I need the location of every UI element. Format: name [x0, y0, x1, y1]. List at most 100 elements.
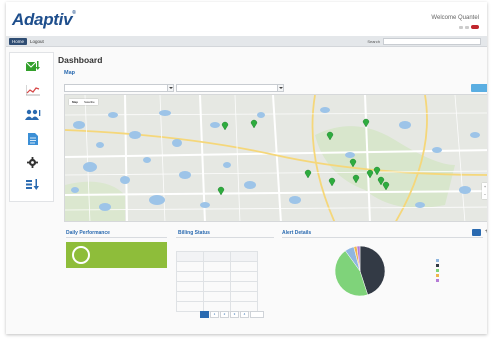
envelope-download-icon: [25, 61, 40, 71]
sidebar-item-label: [10, 121, 55, 125]
user-controls: [459, 25, 479, 29]
top-nav-bar: Home Logout Search: [6, 36, 487, 47]
app-logo[interactable]: Adaptiv®: [12, 10, 76, 30]
page-next-button[interactable]: [250, 311, 264, 318]
divider: [282, 237, 483, 238]
search-input[interactable]: [383, 38, 481, 45]
gear-icon: [27, 157, 38, 168]
notification-badge[interactable]: [471, 25, 479, 29]
column-header[interactable]: [203, 251, 231, 262]
trademark-mark: ®: [72, 10, 76, 16]
settings-icon[interactable]: [465, 25, 469, 29]
sidebar-item-label: [10, 169, 55, 173]
performance-ring: [72, 246, 90, 264]
app-window: Adaptiv® Welcome Quantel Home Logout Sea…: [6, 2, 487, 334]
table-cell: [230, 271, 258, 282]
app-header: Adaptiv® Welcome Quantel: [6, 2, 487, 36]
sidebar-item-label: [10, 191, 55, 195]
zoom-in-icon[interactable]: +: [482, 183, 487, 191]
sidebar-item-label: [10, 73, 55, 77]
page-button[interactable]: 2: [220, 311, 229, 318]
users-icon: [24, 109, 40, 120]
plus-icon[interactable]: +: [483, 229, 487, 236]
table-cell: [203, 261, 231, 272]
zoom-out-icon[interactable]: −: [482, 191, 487, 199]
chart-legend: [436, 258, 441, 283]
welcome-text: Welcome Quantel: [431, 15, 479, 21]
table-row[interactable]: [176, 291, 258, 302]
table-row[interactable]: [176, 301, 258, 312]
sidebar-item-customers[interactable]: [10, 109, 55, 131]
table-row[interactable]: [176, 281, 258, 292]
pagination: 1 2 3 4: [200, 311, 264, 318]
chevron-down-icon[interactable]: [277, 85, 283, 91]
billing-status-title: Billing Status: [178, 230, 210, 236]
sidebar-item-documents[interactable]: [10, 133, 55, 155]
map-zoom-control[interactable]: + −: [482, 183, 487, 199]
sidebar-item-sort[interactable]: [10, 179, 55, 201]
search-bar: Search: [367, 38, 481, 45]
table-cell: [176, 281, 204, 292]
table-cell: [203, 281, 231, 292]
legend-item[interactable]: [436, 278, 441, 283]
map-filter-dropdown-2[interactable]: [176, 84, 284, 92]
sidebar-item-settings[interactable]: [10, 157, 55, 179]
column-header[interactable]: [176, 251, 204, 262]
nav-logout-link[interactable]: Logout: [30, 38, 44, 45]
alert-pie-chart: [334, 245, 386, 297]
daily-performance-title: Daily Performance: [66, 230, 110, 236]
legend-swatch: [436, 279, 439, 282]
table-cell: [176, 271, 204, 282]
legend-swatch: [436, 264, 439, 267]
sidebar-item-label: [10, 97, 55, 101]
chevron-down-icon[interactable]: [167, 85, 173, 91]
sidebar-item-label: [10, 146, 55, 150]
search-label: Search: [367, 39, 380, 44]
table-row[interactable]: [176, 271, 258, 282]
document-icon: [27, 133, 38, 145]
table-cell: [176, 301, 204, 312]
table-row[interactable]: [176, 261, 258, 272]
page-button[interactable]: 4: [240, 311, 249, 318]
table-cell: [203, 271, 231, 282]
table-header-row: [176, 251, 258, 262]
page-button[interactable]: 3: [230, 311, 239, 318]
billing-status-table: [176, 251, 258, 312]
legend-swatch: [436, 259, 439, 262]
table-cell: [230, 261, 258, 272]
legend-swatch: [436, 269, 439, 272]
map-type-toggle: Map Satellite: [69, 99, 98, 105]
page-title: Dashboard: [58, 55, 103, 65]
nav-home-button[interactable]: Home: [9, 38, 27, 45]
sidebar-item-alerts[interactable]: [10, 61, 55, 83]
map-filter-dropdown-1[interactable]: [64, 84, 174, 92]
table-cell: [176, 291, 204, 302]
column-header[interactable]: [230, 251, 258, 262]
table-cell: [230, 281, 258, 292]
divider: [176, 237, 274, 238]
alert-details-title: Alert Details: [282, 230, 312, 236]
logo-text: Adaptiv: [12, 10, 73, 29]
page-prev-button[interactable]: [200, 311, 209, 318]
map-canvas[interactable]: [65, 95, 487, 222]
legend-swatch: [436, 274, 439, 277]
sidebar: [9, 52, 54, 202]
map-type-map-button[interactable]: Map: [69, 99, 81, 105]
table-cell: [230, 291, 258, 302]
map-section-title: Map: [64, 70, 75, 76]
daily-performance-card[interactable]: [66, 242, 167, 268]
map-refresh-button[interactable]: [471, 84, 487, 92]
user-menu-icon[interactable]: [459, 25, 463, 29]
sort-bars-icon: [25, 179, 39, 190]
page-button[interactable]: 1: [210, 311, 219, 318]
sidebar-item-reports[interactable]: [10, 85, 55, 107]
line-chart-icon: [25, 85, 40, 96]
table-cell: [230, 301, 258, 312]
map-type-satellite-button[interactable]: Satellite: [81, 99, 98, 105]
table-cell: [203, 291, 231, 302]
map-view[interactable]: Map Satellite + −: [64, 94, 487, 222]
table-cell: [203, 301, 231, 312]
table-cell: [176, 261, 204, 272]
alert-actions: +: [472, 229, 487, 236]
alert-toggle-button[interactable]: [472, 229, 481, 236]
